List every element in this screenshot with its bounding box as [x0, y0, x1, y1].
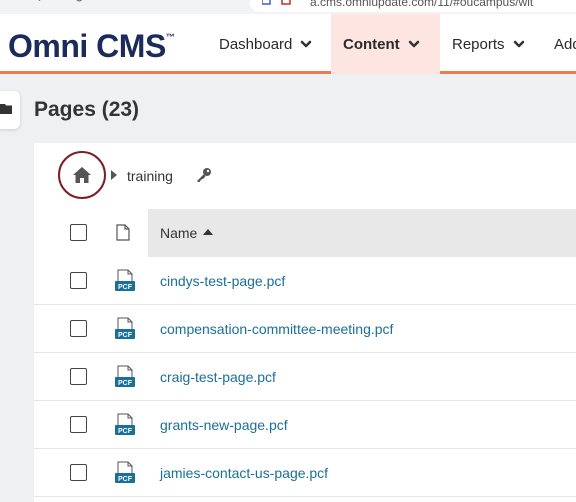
svg-text:PCF: PCF [118, 428, 133, 435]
pcf-file-icon: PCF [115, 317, 135, 339]
file-name-link[interactable]: grants-new-page.pcf [160, 417, 288, 433]
folder-icon [0, 104, 12, 114]
svg-text:PCF: PCF [118, 284, 133, 291]
app-header: Omni CMS™ Dashboard Content Reports Add [0, 14, 576, 74]
file-icon [116, 224, 130, 241]
page-title: Pages (23) [34, 98, 140, 121]
file-tree-toggle[interactable] [0, 91, 20, 129]
nav-add[interactable]: Add [554, 14, 576, 74]
nav-dashboard[interactable]: Dashboard [219, 14, 312, 74]
reload-icon[interactable]: ↻ [74, 0, 88, 5]
file-name-link[interactable]: cindys-test-page.pcf [160, 273, 285, 289]
select-all-checkbox[interactable] [70, 224, 87, 241]
breadcrumb-current[interactable]: training [127, 168, 173, 184]
site-info-icon[interactable] [262, 0, 292, 6]
key-icon[interactable] [196, 167, 212, 183]
caret-right-icon [111, 170, 117, 180]
pages-panel: training Name PCF cindys-test-page.pcf P… [34, 143, 576, 502]
home-icon [73, 167, 91, 183]
table-row[interactable]: PCF cindys-test-page.pcf [34, 257, 576, 305]
table-row[interactable]: PCF grants-new-page.pcf [34, 401, 576, 449]
pcf-file-icon: PCF [115, 413, 135, 435]
address-bar[interactable]: a.cms.omniupdate.com/11/#oucampus/wit [250, 0, 576, 12]
url-text: a.cms.omniupdate.com/11/#oucampus/wit [310, 0, 534, 9]
breadcrumb: training [58, 151, 458, 201]
file-name-link[interactable]: compensation-committee-meeting.pcf [160, 321, 393, 337]
nav-reports[interactable]: Reports [452, 14, 525, 74]
forward-icon[interactable]: › [38, 0, 52, 5]
row-checkbox[interactable] [70, 320, 87, 337]
svg-text:PCF: PCF [118, 476, 133, 483]
row-checkbox[interactable] [70, 272, 87, 289]
nav-content[interactable]: Content [331, 14, 440, 74]
sort-asc-icon [203, 229, 214, 236]
browser-toolbar: › ↻ a.cms.omniupdate.com/11/#oucampus/wi… [0, 0, 576, 14]
omni-cms-logo[interactable]: Omni CMS™ [8, 28, 175, 65]
table-row[interactable]: PCF jamies-contact-us-page.pcf [34, 449, 576, 497]
table-row[interactable]: PCF compensation-committee-meeting.pcf [34, 305, 576, 353]
name-column-header[interactable]: Name [148, 209, 576, 257]
file-name-link[interactable]: craig-test-page.pcf [160, 369, 276, 385]
row-checkbox[interactable] [70, 464, 87, 481]
svg-text:PCF: PCF [118, 332, 133, 339]
row-checkbox[interactable] [70, 416, 87, 433]
pcf-file-icon: PCF [115, 269, 135, 291]
nav-label: Reports [452, 35, 505, 53]
nav-label: Content [343, 35, 400, 53]
nav-label: Dashboard [219, 35, 293, 53]
home-button[interactable] [58, 151, 106, 199]
header-lead [34, 209, 148, 257]
nav-label: Add [554, 35, 576, 53]
row-checkbox[interactable] [70, 368, 87, 385]
pcf-file-icon: PCF [115, 461, 135, 483]
name-header-label: Name [160, 225, 198, 241]
file-name-link[interactable]: jamies-contact-us-page.pcf [160, 465, 328, 481]
chevron-down-icon [301, 40, 312, 48]
table-row[interactable]: PCF craig-test-page.pcf [34, 353, 576, 401]
table-header: Name [34, 209, 576, 257]
chevron-down-icon [513, 40, 524, 48]
pcf-file-icon: PCF [115, 365, 135, 387]
svg-text:PCF: PCF [118, 380, 133, 387]
chevron-down-icon [408, 40, 419, 48]
